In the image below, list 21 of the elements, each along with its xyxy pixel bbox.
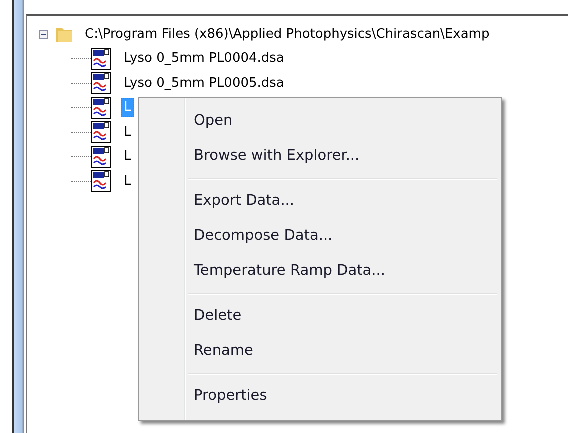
menu-item[interactable]: Rename — [141, 334, 499, 369]
data-file-icon — [91, 146, 111, 168]
file-name[interactable]: Lyso 0_5mm PL0005.dsa — [121, 74, 288, 93]
file-name[interactable]: L — [121, 172, 134, 191]
menu-item[interactable]: Export Data... — [141, 184, 499, 219]
data-file-icon — [91, 48, 111, 70]
menu-item[interactable]: Browse with Explorer... — [141, 139, 499, 174]
menu-item[interactable]: Temperature Ramp Data... — [141, 254, 499, 289]
menu-item[interactable]: Open — [141, 104, 499, 139]
file-name[interactable]: L — [121, 122, 134, 142]
data-file-icon — [91, 170, 111, 192]
data-file-icon — [91, 72, 111, 94]
menu-item[interactable]: Decompose Data... — [141, 219, 499, 254]
file-name[interactable]: Lyso 0_5mm PL0004.dsa — [121, 49, 288, 68]
data-file-icon — [91, 121, 111, 144]
menu-item[interactable]: Properties — [141, 379, 499, 414]
folder-path[interactable]: C:\Program Files (x86)\Applied Photophysics\Chirascan\Examp — [82, 24, 493, 44]
menu-item[interactable]: Delete — [141, 299, 499, 334]
file-name[interactable]: L — [121, 147, 134, 166]
collapse-toggle[interactable] — [39, 30, 48, 39]
data-file-icon — [91, 96, 111, 119]
